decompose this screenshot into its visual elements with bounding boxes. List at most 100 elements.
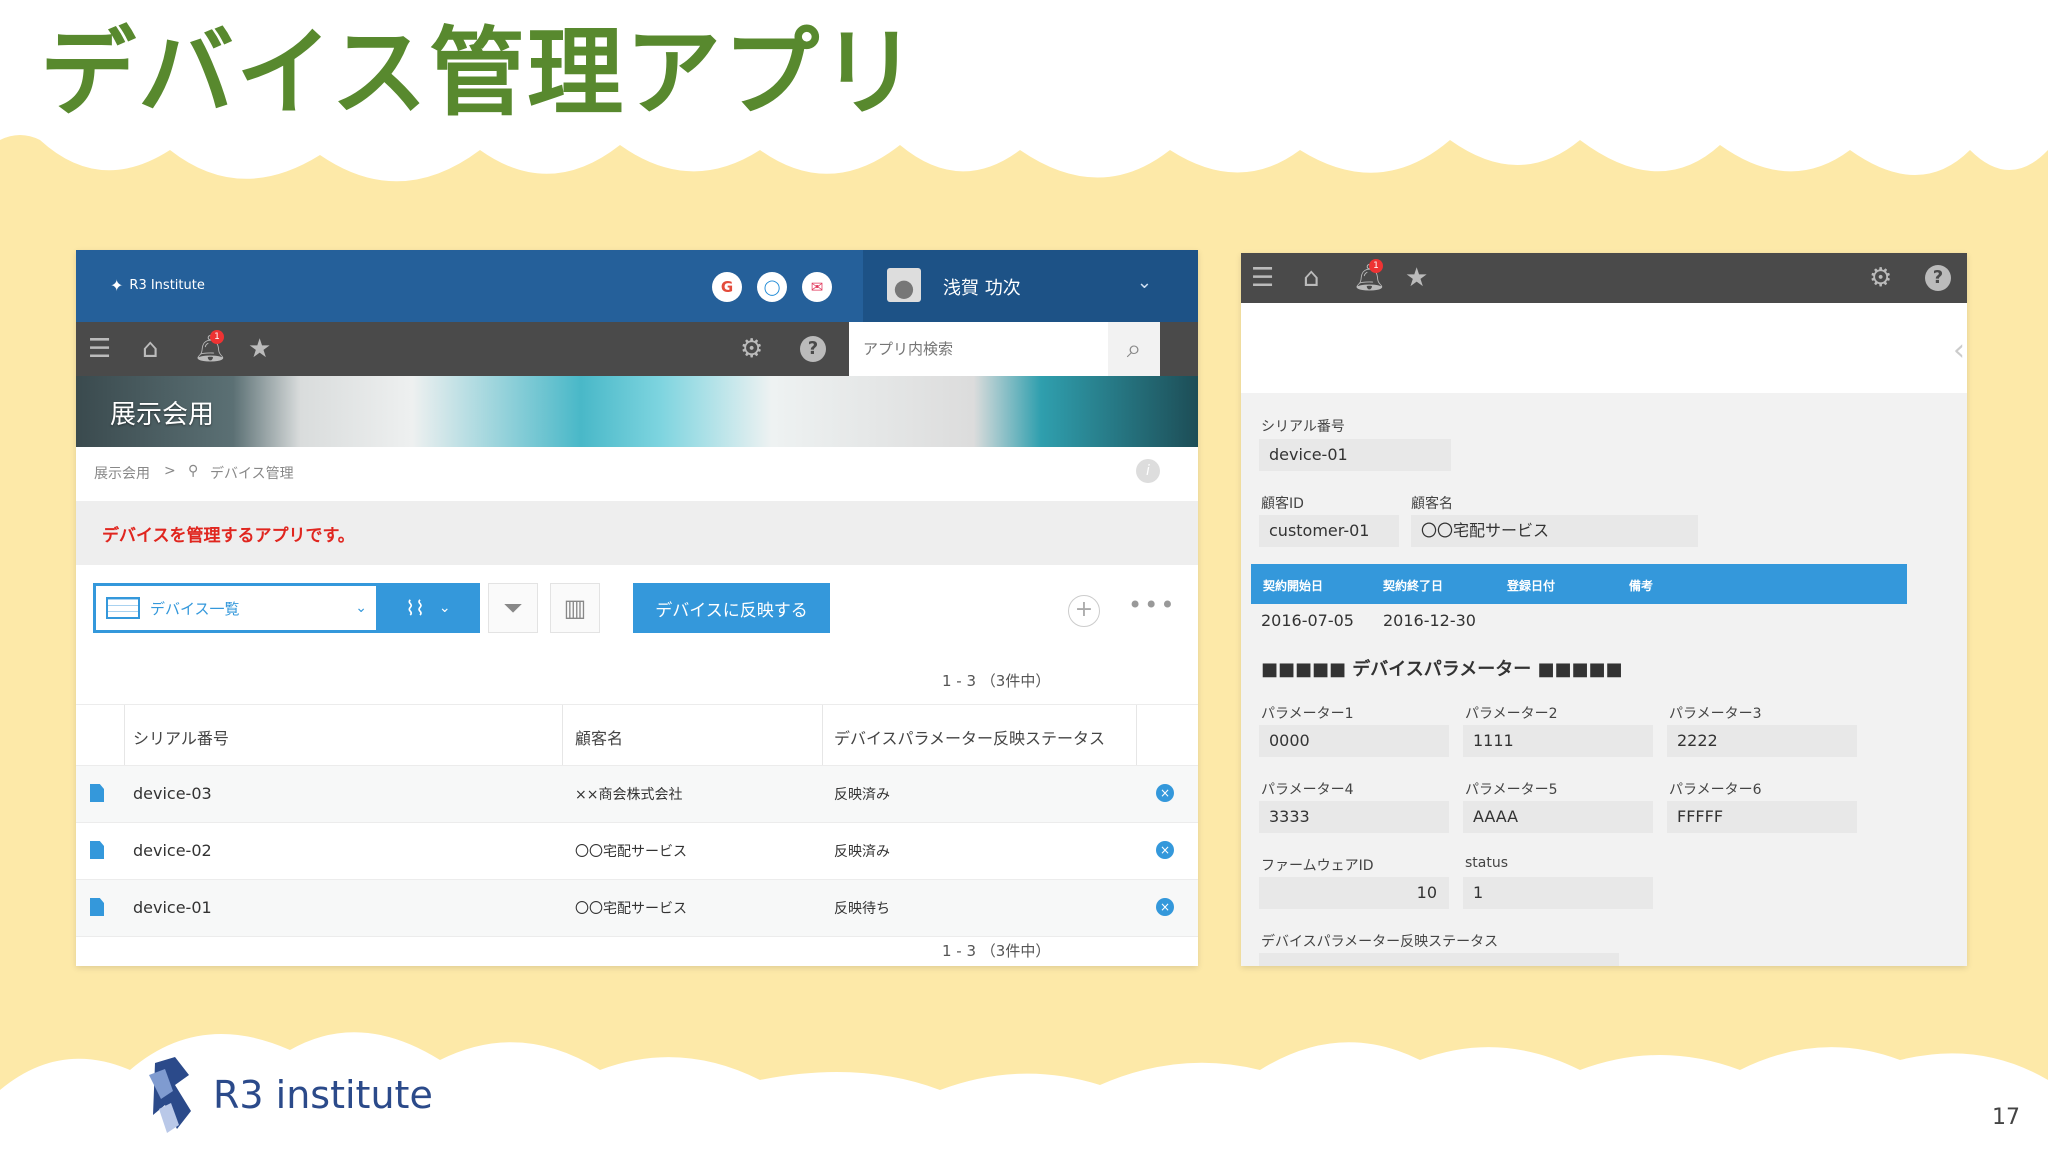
gear-icon[interactable]: ⚙ xyxy=(1869,263,1892,293)
app-nav-bar: ☰ ⌂ 🔔︎ 1 ★ ⚙ ? ⌕ xyxy=(76,322,1198,376)
customer-id-label: 顧客ID xyxy=(1261,496,1304,512)
r3-logo-icon xyxy=(149,1057,191,1133)
status-value: 1 xyxy=(1463,877,1653,909)
contract-table-header: 契約開始日 契約終了日 登録日付 備考 xyxy=(1251,564,1907,604)
reflect-status-value xyxy=(1259,953,1619,966)
param-value: 3333 xyxy=(1259,801,1449,833)
reflect-status-label: デバイスパラメーター反映ステータス xyxy=(1261,934,1499,950)
record-detail-icon[interactable] xyxy=(90,898,104,916)
contract-end-header: 契約終了日 xyxy=(1383,579,1444,593)
app-nav-bar: ☰ ⌂ 🔔︎ 1 ★ ⚙ ? xyxy=(1241,253,1967,303)
customer-name-label: 顧客名 xyxy=(1411,496,1453,512)
hamburger-icon[interactable]: ☰ xyxy=(1251,263,1274,293)
graph-selector[interactable]: ⌇⌇ ⌄ xyxy=(376,583,480,633)
customer-name-value: 〇〇宅配サービス xyxy=(1411,515,1698,547)
record-detail-icon[interactable] xyxy=(90,784,104,802)
serial-value: device-01 xyxy=(1259,439,1451,471)
mail-service-icon[interactable]: ✉ xyxy=(802,272,832,302)
column-header-status[interactable]: デバイスパラメーター反映ステータス xyxy=(834,725,1105,749)
banner-title: 展示会用 xyxy=(110,400,215,430)
delete-icon[interactable]: × xyxy=(1156,841,1174,859)
home-icon[interactable]: ⌂ xyxy=(1303,263,1320,293)
param-label: パラメーター4 xyxy=(1261,782,1354,798)
contract-start-value: 2016-07-05 xyxy=(1261,611,1354,630)
table-row[interactable]: device-03 ××商会株式会社 反映済み × xyxy=(76,766,1198,823)
notes-header: 備考 xyxy=(1629,579,1654,593)
circle-service-icon[interactable]: ◯ xyxy=(757,272,787,302)
param-label: パラメーター2 xyxy=(1465,706,1558,722)
view-selector[interactable]: デバイス一覧 ⌄ xyxy=(93,583,380,633)
notification-badge: 1 xyxy=(210,330,224,344)
app-search-input[interactable] xyxy=(849,322,1108,376)
column-header-serial[interactable]: シリアル番号 xyxy=(133,725,229,749)
app-pin-icon: ⚲ xyxy=(188,463,199,479)
breadcrumb-app[interactable]: デバイス管理 xyxy=(210,463,294,483)
search-icon[interactable]: ⌕ xyxy=(1108,322,1160,376)
table-header-row: シリアル番号 顧客名 デバイスパラメーター反映ステータス xyxy=(76,704,1198,766)
space-banner: 展示会用 xyxy=(76,376,1198,447)
slide-title: デバイス管理アプリ xyxy=(40,17,920,129)
user-name: 浅賀 功次 xyxy=(943,278,1021,299)
serial-cell: device-01 xyxy=(133,898,212,917)
help-icon[interactable]: ? xyxy=(1925,265,1951,291)
param-value: AAAA xyxy=(1463,801,1653,833)
serial-cell: device-03 xyxy=(133,784,212,803)
customer-cell: ××商会株式会社 xyxy=(575,787,683,803)
registered-date-header: 登録日付 xyxy=(1507,579,1556,593)
graph-icon: ⌇⌇ xyxy=(405,596,425,620)
app-description: デバイスを管理するアプリです。 xyxy=(76,501,1198,565)
filter-icon: ⏷ xyxy=(503,594,523,622)
param-label: パラメーター3 xyxy=(1669,706,1762,722)
serial-cell: device-02 xyxy=(133,841,212,860)
star-icon[interactable]: ★ xyxy=(1405,263,1428,293)
serial-label: シリアル番号 xyxy=(1261,419,1345,435)
status-cell: 反映待ち xyxy=(834,901,890,917)
reflect-to-device-button[interactable]: デバイスに反映する xyxy=(633,583,830,633)
info-icon[interactable]: i xyxy=(1136,459,1160,483)
filter-button[interactable]: ⏷ xyxy=(488,583,538,633)
status-cell: 反映済み xyxy=(834,844,890,860)
record-header-area xyxy=(1241,303,1967,393)
brand-logo: R3 institute xyxy=(145,1055,433,1135)
table-row[interactable]: device-02 〇〇宅配サービス 反映済み × xyxy=(76,823,1198,880)
gear-icon[interactable]: ⚙ xyxy=(740,334,763,364)
g-service-icon[interactable]: G xyxy=(712,272,742,302)
table-row[interactable]: device-01 〇〇宅配サービス 反映待ち × xyxy=(76,880,1198,937)
breadcrumb-separator: > xyxy=(164,463,176,479)
add-record-button[interactable]: + xyxy=(1068,595,1100,627)
customer-cell: 〇〇宅配サービス xyxy=(575,901,687,917)
breadcrumb-space[interactable]: 展示会用 xyxy=(94,463,150,483)
app-description-text: デバイスを管理するアプリです。 xyxy=(102,526,355,546)
hamburger-icon[interactable]: ☰ xyxy=(88,334,111,364)
delete-icon[interactable]: × xyxy=(1156,898,1174,916)
param-label: パラメーター1 xyxy=(1261,706,1354,722)
column-header-customer[interactable]: 顧客名 xyxy=(575,725,623,749)
chevron-down-icon: ⌄ xyxy=(355,600,367,616)
top-header: ✦ R3 Institute G ◯ ✉ ● 浅賀 功次 ⌄ xyxy=(76,250,1198,322)
user-menu[interactable]: ● 浅賀 功次 ⌄ xyxy=(863,250,1198,322)
param-value: 1111 xyxy=(1463,725,1653,757)
header-logo[interactable]: ✦ R3 Institute xyxy=(110,276,205,295)
chevron-left-icon[interactable]: ‹ xyxy=(1953,333,1965,368)
chart-button[interactable]: ▥ xyxy=(550,583,600,633)
parameter-section-title: ■■■■■ デバイスパラメーター ■■■■■ xyxy=(1261,659,1623,680)
view-name: デバイス一覧 xyxy=(150,599,240,618)
page-number: 17 xyxy=(1992,1105,2020,1130)
contract-start-header: 契約開始日 xyxy=(1263,579,1324,593)
home-icon[interactable]: ⌂ xyxy=(142,334,159,364)
notification-badge: 1 xyxy=(1369,259,1383,273)
list-toolbar: デバイス一覧 ⌄ ⌇⌇ ⌄ ⏷ ▥ デバイスに反映する + ••• xyxy=(76,565,1198,655)
brand-name: R3 institute xyxy=(213,1073,433,1117)
record-view-screenshot: ☰ ⌂ 🔔︎ 1 ★ ⚙ ? ‹ シリアル番号 device-01 顧客ID c… xyxy=(1241,253,1967,966)
customer-id-value: customer-01 xyxy=(1259,515,1399,547)
breadcrumb: 展示会用 > ⚲ デバイス管理 i xyxy=(76,447,1198,501)
help-icon[interactable]: ? xyxy=(800,336,826,362)
record-detail-icon[interactable] xyxy=(90,841,104,859)
chevron-down-icon: ⌄ xyxy=(1136,272,1152,293)
star-icon[interactable]: ★ xyxy=(248,334,271,364)
bar-chart-icon: ▥ xyxy=(563,594,587,622)
status-label: status xyxy=(1465,855,1509,871)
more-options-icon[interactable]: ••• xyxy=(1128,591,1176,619)
delete-icon[interactable]: × xyxy=(1156,784,1174,802)
avatar: ● xyxy=(887,268,921,302)
